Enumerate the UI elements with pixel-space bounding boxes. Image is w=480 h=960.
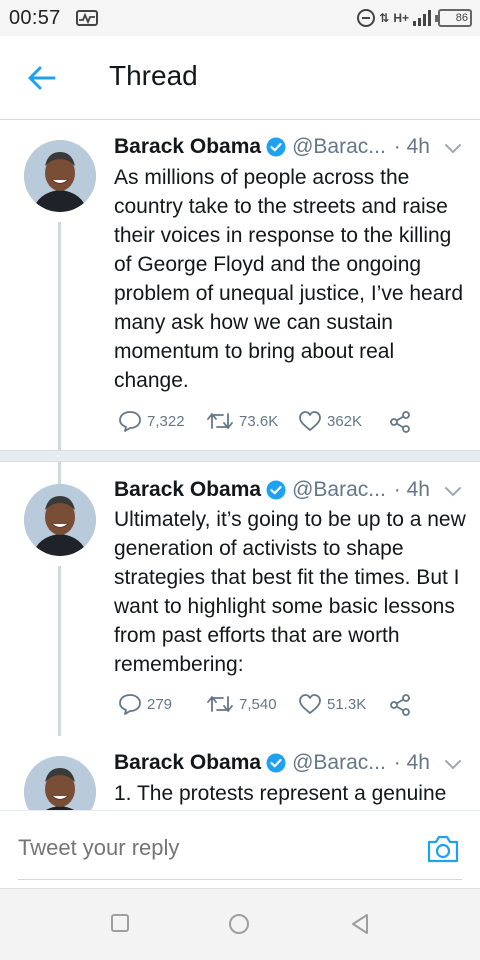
- avatar[interactable]: [24, 484, 96, 556]
- reply-underline: [18, 879, 462, 880]
- tweet[interactable]: Barack Obama @Barac... · 4h As millions …: [0, 120, 480, 450]
- tweet-text: Ultimately, it’s going to be up to a new…: [114, 508, 466, 676]
- tweet-text: As millions of people across the country…: [114, 166, 464, 392]
- home-button[interactable]: [228, 913, 250, 940]
- author-name[interactable]: Barack Obama: [114, 135, 261, 159]
- share-button[interactable]: [388, 693, 412, 717]
- reply-icon: [119, 694, 141, 715]
- share-icon: [390, 694, 410, 716]
- author-name[interactable]: Barack Obama: [114, 478, 261, 502]
- reply-count: 7,322: [147, 412, 185, 430]
- square-icon: [111, 914, 129, 932]
- retweet-count: 7,540: [239, 695, 277, 713]
- triangle-back-icon: [352, 914, 368, 934]
- retweet-button[interactable]: 7,540: [206, 693, 277, 715]
- app-header: Thread: [0, 36, 480, 120]
- status-bar: 00:57 ⇅ H+ 86: [0, 0, 480, 36]
- retweet-button[interactable]: 73.6K: [206, 410, 278, 432]
- chevron-down-icon[interactable]: [444, 758, 462, 770]
- tweet[interactable]: Barack Obama @Barac... · 4h 1. The prote…: [0, 736, 480, 810]
- reply-button[interactable]: 7,322: [118, 410, 185, 432]
- heart-icon: [299, 694, 321, 714]
- verified-badge-icon: [266, 753, 286, 773]
- status-time: 00:57: [9, 7, 61, 29]
- tweet-header: Barack Obama @Barac... · 4h: [114, 749, 460, 777]
- tweet[interactable]: Barack Obama @Barac... · 4h Ultimately, …: [0, 462, 480, 746]
- signal-icon: [413, 10, 431, 26]
- like-count: 362K: [327, 412, 363, 430]
- author-handle[interactable]: @Barac...: [292, 751, 386, 775]
- tweet-header: Barack Obama @Barac... · 4h: [114, 476, 460, 504]
- share-button[interactable]: [388, 410, 412, 434]
- author-handle[interactable]: @Barac...: [292, 478, 386, 502]
- author-name[interactable]: Barack Obama: [114, 751, 261, 775]
- thread-connector: [58, 222, 61, 450]
- tweet-actions: 7,322 73.6K 362K: [118, 410, 418, 436]
- tweet-header: Barack Obama @Barac... · 4h: [114, 133, 460, 161]
- thread-connector: [58, 462, 61, 484]
- battery-icon: 86: [435, 9, 472, 27]
- recent-apps-button[interactable]: [110, 913, 130, 938]
- tweet-time: · 4h: [393, 751, 430, 774]
- verified-badge-icon: [266, 480, 286, 500]
- retweet-count: 73.6K: [239, 412, 279, 430]
- tweet-time: · 4h: [393, 135, 430, 158]
- verified-badge-icon: [266, 137, 286, 157]
- chevron-down-icon[interactable]: [444, 485, 462, 497]
- data-arrows-icon: ⇅: [379, 11, 390, 25]
- retweet-icon: [207, 696, 233, 712]
- status-icons: ⇅ H+ 86: [357, 8, 472, 28]
- avatar[interactable]: [24, 140, 96, 212]
- tweet-separator: [0, 450, 480, 462]
- tweet-actions: 279 7,540 51.3K: [118, 693, 418, 719]
- reply-button[interactable]: 279: [118, 693, 172, 715]
- page-title: Thread: [109, 60, 198, 91]
- camera-icon[interactable]: [426, 833, 460, 865]
- share-icon: [390, 411, 410, 433]
- circle-icon: [229, 914, 249, 934]
- thread-feed[interactable]: Barack Obama @Barac... · 4h As millions …: [0, 120, 480, 810]
- reply-input[interactable]: [18, 835, 398, 861]
- like-button[interactable]: 362K: [298, 410, 362, 432]
- activity-icon: [76, 10, 98, 26]
- thread-connector: [58, 566, 61, 746]
- reply-count: 279: [147, 695, 173, 713]
- network-type: H+: [393, 11, 409, 25]
- reply-icon: [119, 411, 141, 432]
- battery-level: 86: [455, 12, 468, 24]
- retweet-icon: [207, 413, 233, 429]
- system-nav-bar: [0, 888, 480, 960]
- author-handle[interactable]: @Barac...: [292, 135, 386, 159]
- back-arrow-icon[interactable]: [26, 64, 58, 92]
- reply-bar: [0, 810, 480, 888]
- like-button[interactable]: 51.3K: [298, 693, 366, 715]
- avatar[interactable]: [24, 756, 96, 810]
- tweet-time: · 4h: [393, 478, 430, 501]
- back-button[interactable]: [350, 913, 370, 940]
- do-not-disturb-icon: [357, 9, 376, 27]
- tweet-text: 1. The protests represent a genuine: [114, 782, 447, 805]
- like-count: 51.3K: [327, 695, 367, 713]
- heart-icon: [299, 411, 321, 431]
- chevron-down-icon[interactable]: [444, 142, 462, 154]
